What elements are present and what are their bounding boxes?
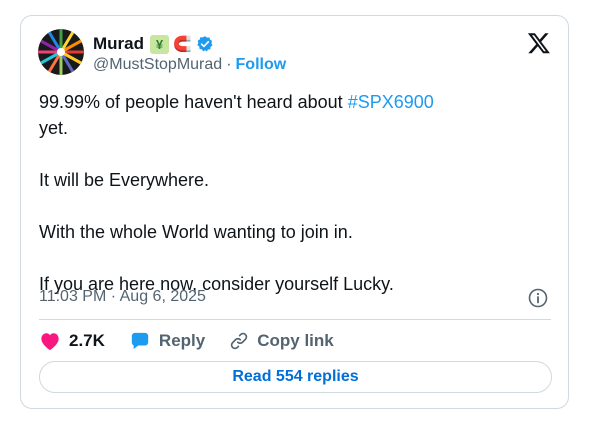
tweet-embed-card: Murad ¥ 🧲 @MustStopMurad · Follow 99.99%… — [20, 15, 569, 409]
author-name-row: Murad ¥ 🧲 — [93, 33, 214, 55]
like-count: 2.7K — [69, 331, 105, 350]
info-icon[interactable] — [528, 288, 548, 308]
avatar[interactable] — [38, 29, 84, 75]
copy-link-button[interactable]: Copy link — [229, 331, 334, 351]
action-bar: 2.7K Reply Copy link — [39, 329, 334, 353]
link-icon — [229, 331, 249, 351]
x-logo-icon[interactable] — [527, 31, 551, 55]
tweet-text-start: 99.99% of people haven't heard about — [39, 92, 348, 112]
tweet-text: 99.99% of people haven't heard about #SP… — [39, 89, 549, 297]
magnet-emoji-icon: 🧲 — [173, 36, 192, 53]
yen-chart-emoji-icon: ¥ — [150, 34, 169, 54]
heart-icon — [39, 331, 61, 351]
divider — [39, 319, 551, 320]
verified-badge-icon — [196, 35, 214, 53]
tweet-text-rest: yet. It will be Everywhere. With the who… — [39, 118, 394, 294]
hashtag-link[interactable]: #SPX6900 — [348, 92, 434, 112]
reply-bubble-icon — [129, 331, 151, 351]
author-handle-row: @MustStopMurad · Follow — [93, 56, 286, 74]
reply-button[interactable]: Reply — [129, 331, 205, 351]
timestamp[interactable]: 11:03 PM · Aug 6, 2025 — [39, 288, 206, 306]
reply-label: Reply — [158, 331, 206, 350]
read-replies-button[interactable]: Read 554 replies — [39, 361, 552, 393]
copy-link-label: Copy link — [257, 331, 334, 350]
separator-dot: · — [226, 56, 232, 73]
author-handle[interactable]: @MustStopMurad — [93, 56, 222, 74]
author-name[interactable]: Murad — [93, 34, 144, 54]
follow-button[interactable]: Follow — [236, 56, 287, 74]
like-button[interactable]: 2.7K — [39, 331, 105, 351]
